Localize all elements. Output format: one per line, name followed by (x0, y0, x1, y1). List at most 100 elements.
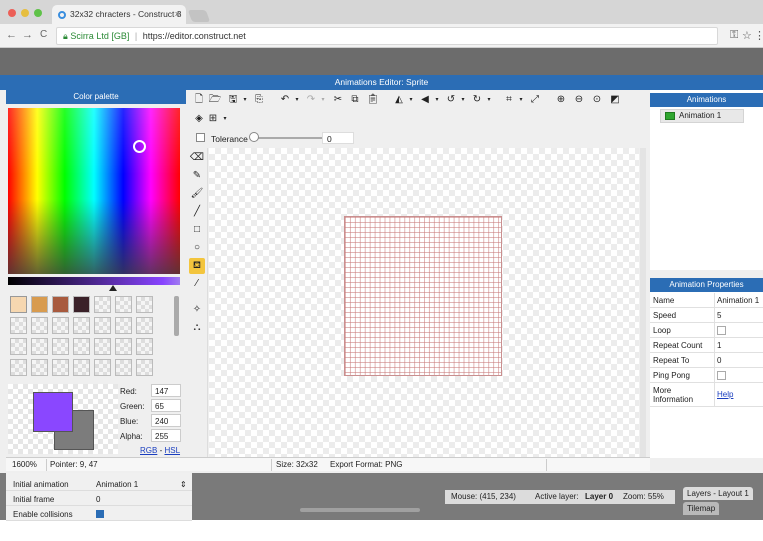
hsl-link[interactable]: HSL (164, 446, 180, 455)
ping-pong-checkbox[interactable] (717, 371, 726, 380)
primary-color-swatch[interactable] (33, 392, 73, 432)
color-spectrum[interactable] (8, 108, 180, 274)
resize-icon[interactable]: ⤢ (528, 93, 542, 107)
green-input[interactable]: 65 (151, 399, 181, 412)
zoom-out-icon[interactable]: ⊖ (572, 93, 586, 107)
ellipse-icon[interactable]: ○ (189, 240, 205, 256)
back-icon[interactable]: ← (6, 29, 17, 41)
swatch[interactable] (94, 296, 111, 313)
swatch[interactable] (73, 296, 90, 313)
swatch-scrollbar[interactable] (174, 296, 179, 336)
undo-dropdown-icon[interactable]: ▾ (290, 93, 304, 107)
swatch[interactable] (94, 338, 111, 355)
rectangle-icon[interactable]: □ (189, 222, 205, 238)
animation-list-item[interactable]: Animation 1 (660, 109, 744, 123)
eyedropper-icon[interactable]: ⁄ (189, 276, 205, 292)
open-icon[interactable]: 🗁 (208, 93, 222, 107)
reload-icon[interactable]: C (40, 29, 47, 40)
swatch[interactable] (73, 338, 90, 355)
property-value[interactable]: 1 (717, 341, 721, 350)
zoom-reset-icon[interactable]: ⊙ (590, 93, 604, 107)
forward-icon[interactable]: → (22, 29, 33, 41)
star-icon[interactable]: ☆ (742, 29, 752, 42)
alpha-input[interactable]: 255 (151, 429, 181, 442)
brightness-slider[interactable] (8, 277, 180, 285)
copy-icon[interactable]: ⧉ (348, 93, 362, 107)
flip-horizontal-dropdown-icon[interactable]: ▾ (404, 93, 418, 107)
swatch[interactable] (73, 317, 90, 334)
layers-icon[interactable]: ◈ (192, 112, 206, 126)
tolerance-value[interactable]: 0 (322, 132, 354, 144)
swatch[interactable] (136, 338, 153, 355)
maximize-window-button[interactable] (34, 9, 42, 17)
brush-icon[interactable]: 🖌︎ (189, 186, 205, 202)
swatch[interactable] (10, 338, 27, 355)
swatch[interactable] (52, 338, 69, 355)
redo-dropdown-icon[interactable]: ▾ (316, 93, 330, 107)
blue-input[interactable]: 240 (151, 414, 181, 427)
collisions-checkbox[interactable] (96, 510, 104, 518)
swatch[interactable] (115, 359, 132, 376)
rgb-link[interactable]: RGB (140, 446, 157, 455)
tolerance-checkbox[interactable] (196, 133, 205, 142)
close-window-button[interactable] (8, 9, 16, 17)
red-input[interactable]: 147 (151, 384, 181, 397)
property-value[interactable]: Animation 1 (717, 296, 759, 305)
color-picker-ring[interactable] (133, 140, 146, 153)
swatch[interactable] (136, 317, 153, 334)
swatch[interactable] (115, 317, 132, 334)
swatch[interactable] (10, 359, 27, 376)
brightness-slider-handle[interactable] (109, 285, 117, 291)
property-value[interactable]: Animation 1 (96, 480, 138, 489)
property-value[interactable]: 5 (717, 311, 721, 320)
swatch[interactable] (52, 296, 69, 313)
property-value[interactable]: 0 (96, 495, 100, 504)
dropdown-icon[interactable]: ⇕ (180, 480, 187, 489)
toggle-grid-icon[interactable]: ◩ (608, 93, 622, 107)
minimize-window-button[interactable] (21, 9, 29, 17)
rotate-cw-dropdown-icon[interactable]: ▾ (482, 93, 496, 107)
rotate-ccw-dropdown-icon[interactable]: ▾ (456, 93, 470, 107)
key-icon[interactable]: ⚿ (730, 29, 738, 42)
swatch[interactable] (10, 296, 27, 313)
eraser-icon[interactable]: ⌫ (189, 150, 205, 166)
line-icon[interactable]: ╱ (189, 204, 205, 220)
canvas-scrollbar[interactable] (640, 148, 646, 457)
menu-icon[interactable]: ⋮ (754, 29, 763, 42)
swatch[interactable] (31, 338, 48, 355)
swatch[interactable] (73, 359, 90, 376)
fill-icon[interactable]: ⛾ (189, 258, 205, 274)
layout-scrollbar[interactable] (300, 508, 420, 512)
browser-tab[interactable]: 32x32 chracters - Construct 3 × (52, 5, 186, 24)
help-link[interactable]: Help (717, 390, 733, 399)
swatch[interactable] (136, 359, 153, 376)
crop-dropdown-icon[interactable]: ▾ (514, 93, 528, 107)
origin-icon[interactable]: ✧ (189, 302, 205, 318)
swatch[interactable] (10, 317, 27, 334)
paste-icon[interactable]: 📋︎ (366, 93, 380, 107)
sprite-image-32x32[interactable] (344, 216, 502, 376)
loop-checkbox[interactable] (717, 326, 726, 335)
address-bar[interactable]: 🔒︎ Scirra Ltd [GB] | https://editor.cons… (56, 27, 718, 45)
new-tab-button[interactable] (187, 10, 211, 22)
swatch[interactable] (52, 359, 69, 376)
swatch[interactable] (94, 317, 111, 334)
property-value[interactable]: 0 (717, 356, 721, 365)
swatch[interactable] (115, 296, 132, 313)
swatch[interactable] (31, 296, 48, 313)
tolerance-slider[interactable] (252, 137, 322, 139)
tolerance-slider-handle[interactable] (249, 132, 259, 142)
export-icon[interactable]: ⎘ (252, 93, 266, 107)
swatch[interactable] (31, 359, 48, 376)
zoom-in-icon[interactable]: ⊕ (554, 93, 568, 107)
swatch[interactable] (52, 317, 69, 334)
swatch[interactable] (94, 359, 111, 376)
tab-tilemap[interactable]: Tilemap (683, 502, 720, 515)
pencil-icon[interactable]: ✎ (189, 168, 205, 184)
tab-layers[interactable]: Layers - Layout 1 (683, 487, 753, 500)
swatch[interactable] (31, 317, 48, 334)
flip-vertical-dropdown-icon[interactable]: ▾ (430, 93, 444, 107)
save-dropdown-icon[interactable]: ▾ (238, 93, 252, 107)
swatch[interactable] (136, 296, 153, 313)
tab-close-icon[interactable]: × (175, 9, 180, 19)
